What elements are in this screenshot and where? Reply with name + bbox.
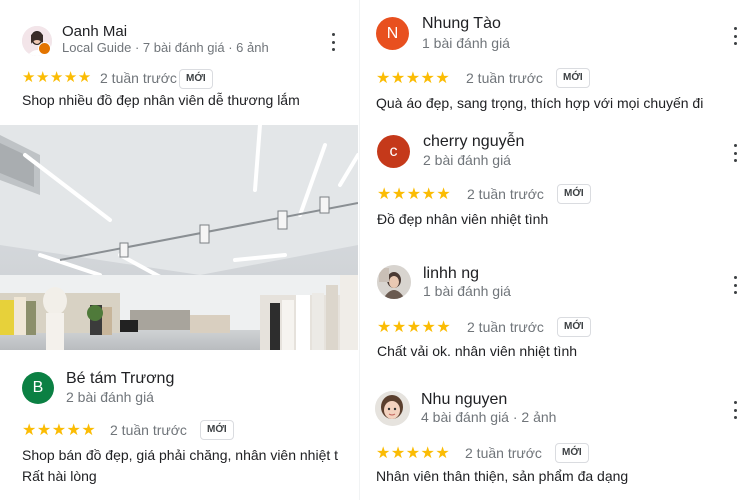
reviewer-meta: 2 bài đánh giá [423, 152, 511, 168]
reviewer-meta: 1 bài đánh giá [423, 283, 511, 299]
review-card: Oanh Mai Local Guide · 7 bài đánh giá · … [0, 0, 358, 125]
new-badge: MỚI [556, 68, 590, 88]
reviewer-meta: Local Guide · 7 bài đánh giá · 6 ảnh [62, 40, 269, 55]
review-card: c cherry nguyễn 2 bài đánh giá ★★★★★ 2 t… [360, 120, 750, 255]
reviewer-name[interactable]: Bé tám Trương [66, 370, 174, 388]
star-rating: ★★★★★ [22, 422, 97, 439]
reviewer-avatar[interactable]: B [22, 372, 54, 404]
review-text: Quà áo đẹp, sang trọng, thích hợp với mọ… [376, 95, 704, 111]
review-time: 2 tuần trước [466, 70, 543, 86]
review-text: Đồ đẹp nhân viên nhiệt tình [377, 211, 549, 227]
new-badge: MỚI [557, 184, 591, 204]
star-rating: ★★★★★ [377, 319, 452, 336]
review-text: Rất hài lòng [22, 468, 97, 484]
avatar-photo-icon [377, 265, 411, 299]
reviewer-name[interactable]: Oanh Mai [62, 23, 127, 40]
review-card: Nhu nguyen 4 bài đánh giá · 2 ảnh ★★★★★ … [360, 375, 750, 500]
review-text: Nhân viên thân thiện, sản phẩm đa dạng [376, 468, 629, 484]
store-interior-image [0, 125, 358, 350]
new-badge: MỚI [200, 420, 234, 440]
avatar-photo-icon [375, 391, 410, 426]
reviewer-avatar[interactable] [375, 391, 410, 426]
reviewer-avatar[interactable]: c [377, 135, 410, 168]
reviewer-name[interactable]: Nhu nguyen [421, 391, 507, 409]
reviewer-name[interactable]: linhh ng [423, 265, 479, 283]
reviewer-meta: 2 bài đánh giá [66, 389, 154, 405]
review-card: linhh ng 1 bài đánh giá ★★★★★ 2 tuần trư… [360, 255, 750, 375]
review-card: N Nhung Tào 1 bài đánh giá ★★★★★ 2 tuần … [360, 0, 750, 120]
new-badge: MỚI [557, 317, 591, 337]
reviewer-meta: 4 bài đánh giá · 2 ảnh [421, 409, 557, 425]
right-review-column: N Nhung Tào 1 bài đánh giá ★★★★★ 2 tuần … [360, 0, 750, 500]
star-rating: ★★★★★ [377, 186, 452, 203]
star-rating: ★★★★★ [22, 69, 92, 86]
review-photo[interactable] [0, 125, 358, 350]
reviewer-avatar[interactable] [377, 265, 411, 299]
review-time: 2 tuần trước [467, 319, 544, 335]
more-options-icon[interactable] [730, 276, 740, 294]
new-badge: MỚI [555, 443, 589, 463]
review-time: 2 tuần trước [467, 186, 544, 202]
review-text: Shop bán đồ đẹp, giá phải chăng, nhân vi… [22, 447, 339, 463]
more-options-icon[interactable] [328, 33, 338, 51]
star-rating: ★★★★★ [376, 445, 451, 462]
local-guide-badge [38, 42, 51, 55]
left-review-column: Oanh Mai Local Guide · 7 bài đánh giá · … [0, 0, 358, 500]
reviewer-meta: 1 bài đánh giá [422, 35, 510, 51]
review-time: 2 tuần trước [100, 70, 177, 86]
review-time: 2 tuần trước [465, 445, 542, 461]
reviewer-name[interactable]: cherry nguyễn [423, 133, 524, 151]
reviewer-avatar[interactable]: N [376, 17, 409, 50]
review-text: Chất vải ok. nhân viên nhiệt tình [377, 343, 578, 359]
more-options-icon[interactable] [730, 144, 740, 162]
more-options-icon[interactable] [730, 27, 740, 45]
more-options-icon[interactable] [730, 401, 740, 419]
reviewer-name[interactable]: Nhung Tào [422, 15, 501, 33]
review-text: Shop nhiều đồ đẹp nhân viên dễ thương lắ… [22, 92, 300, 108]
review-time: 2 tuần trước [110, 422, 187, 438]
new-badge: MỚI [179, 69, 213, 89]
star-rating: ★★★★★ [376, 70, 451, 87]
review-card: B Bé tám Trương 2 bài đánh giá ★★★★★ 2 t… [0, 350, 358, 500]
